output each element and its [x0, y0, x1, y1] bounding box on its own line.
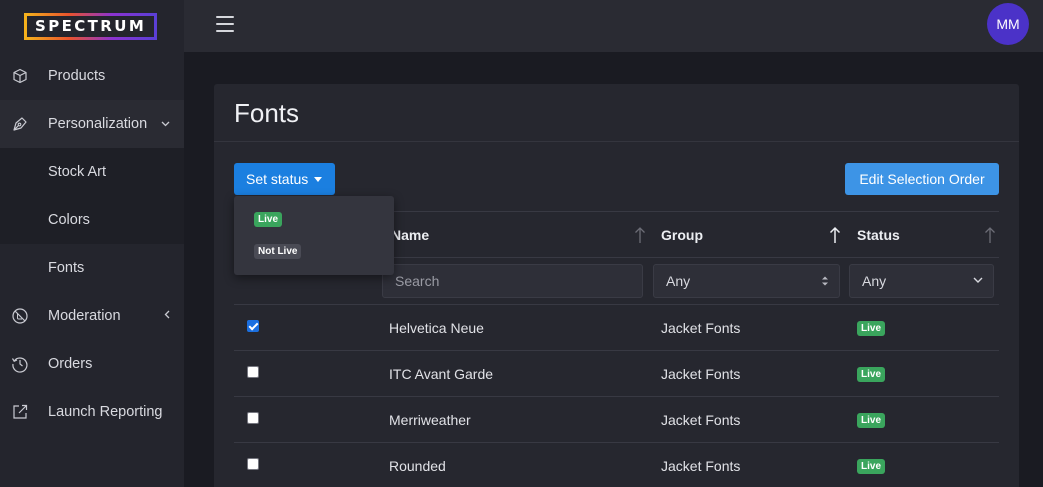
- sidebar-item-label: Personalization: [48, 116, 148, 132]
- top-bar: MM: [184, 0, 1043, 52]
- row-checkbox[interactable]: [247, 412, 259, 424]
- font-group: Jacket Fonts: [661, 320, 741, 336]
- logo: SPECTRUM: [24, 12, 158, 40]
- caret-down-icon: [314, 176, 323, 182]
- edit-selection-order-button[interactable]: Edit Selection Order: [845, 163, 999, 195]
- logo-area[interactable]: SPECTRUM: [0, 0, 184, 52]
- ban-icon: [10, 306, 30, 326]
- sidebar-item-label: Fonts: [48, 260, 85, 276]
- table-border: [234, 350, 999, 351]
- cube-icon: [10, 66, 30, 86]
- font-name: Merriweather: [389, 412, 471, 428]
- page-title: Fonts: [234, 98, 300, 128]
- menu-item-live[interactable]: Live: [254, 212, 283, 227]
- status-badge: Live: [857, 367, 886, 382]
- chevron-left-icon: [164, 310, 170, 322]
- column-header-name[interactable]: Name: [391, 227, 429, 243]
- search-input[interactable]: Search: [382, 264, 643, 298]
- column-header-status[interactable]: Status: [857, 227, 900, 243]
- set-status-menu: Live Not Live: [234, 196, 394, 275]
- logo-text: SPECTRUM: [35, 17, 147, 35]
- group-filter-select[interactable]: Any: [653, 264, 840, 298]
- hamburger-menu-icon[interactable]: [216, 16, 234, 32]
- sort-arrow-icon[interactable]: [984, 225, 996, 245]
- sort-arrow-up-icon[interactable]: [829, 225, 841, 245]
- sidebar-item-label: Stock Art: [48, 164, 107, 180]
- sidebar-item-stock-art[interactable]: Stock Art: [0, 148, 184, 196]
- row-checkbox[interactable]: [247, 458, 259, 470]
- row-checkbox[interactable]: [247, 366, 259, 378]
- table-border: [234, 442, 999, 443]
- set-status-button[interactable]: Set status: [234, 163, 335, 195]
- font-name: ITC Avant Garde: [389, 366, 494, 382]
- sidebar-item-label: Orders: [48, 356, 93, 372]
- fonts-card: Fonts Set status Edit Selection Order Na…: [214, 84, 1019, 487]
- sidebar-item-moderation[interactable]: Moderation: [0, 292, 184, 340]
- font-group: Jacket Fonts: [661, 412, 741, 428]
- row-checkbox[interactable]: [247, 320, 259, 332]
- avatar[interactable]: MM: [987, 3, 1029, 45]
- table-border: [234, 304, 999, 305]
- sidebar-item-label: Products: [48, 68, 106, 84]
- sidebar: SPECTRUM Products Personalization Stock …: [0, 0, 184, 487]
- status-filter-select[interactable]: Any: [849, 264, 994, 298]
- status-filter-value: Any: [862, 273, 887, 289]
- chevron-down-icon: [973, 277, 983, 285]
- sidebar-item-colors[interactable]: Colors: [0, 196, 184, 244]
- divider: [214, 141, 1019, 142]
- font-name: Rounded: [389, 458, 446, 474]
- font-group: Jacket Fonts: [661, 366, 741, 382]
- sidebar-item-label: Colors: [48, 212, 90, 228]
- chevron-down-icon: [161, 118, 170, 130]
- status-badge: Live: [857, 321, 886, 336]
- sidebar-item-label: Launch Reporting: [48, 404, 163, 420]
- sidebar-item-personalization[interactable]: Personalization: [0, 100, 184, 148]
- set-status-label: Set status: [246, 171, 309, 187]
- sort-arrows-icon: [821, 275, 829, 288]
- sidebar-item-label: Moderation: [48, 308, 121, 324]
- column-header-group[interactable]: Group: [661, 227, 703, 243]
- status-badge: Live: [857, 459, 886, 474]
- menu-item-not-live[interactable]: Not Live: [254, 244, 302, 259]
- history-icon: [10, 354, 30, 374]
- pen-nib-icon: [10, 114, 30, 134]
- font-name: Helvetica Neue: [389, 320, 484, 336]
- group-filter-value: Any: [666, 273, 691, 289]
- font-group: Jacket Fonts: [661, 458, 741, 474]
- sort-arrow-icon[interactable]: [634, 225, 646, 245]
- status-badge: Live: [857, 413, 886, 428]
- sidebar-item-fonts[interactable]: Fonts: [0, 244, 184, 292]
- sidebar-item-orders[interactable]: Orders: [0, 340, 184, 388]
- table-border: [234, 396, 999, 397]
- external-link-icon: [10, 402, 30, 422]
- sidebar-item-products[interactable]: Products: [0, 52, 184, 100]
- sidebar-item-launch-reporting[interactable]: Launch Reporting: [0, 388, 184, 436]
